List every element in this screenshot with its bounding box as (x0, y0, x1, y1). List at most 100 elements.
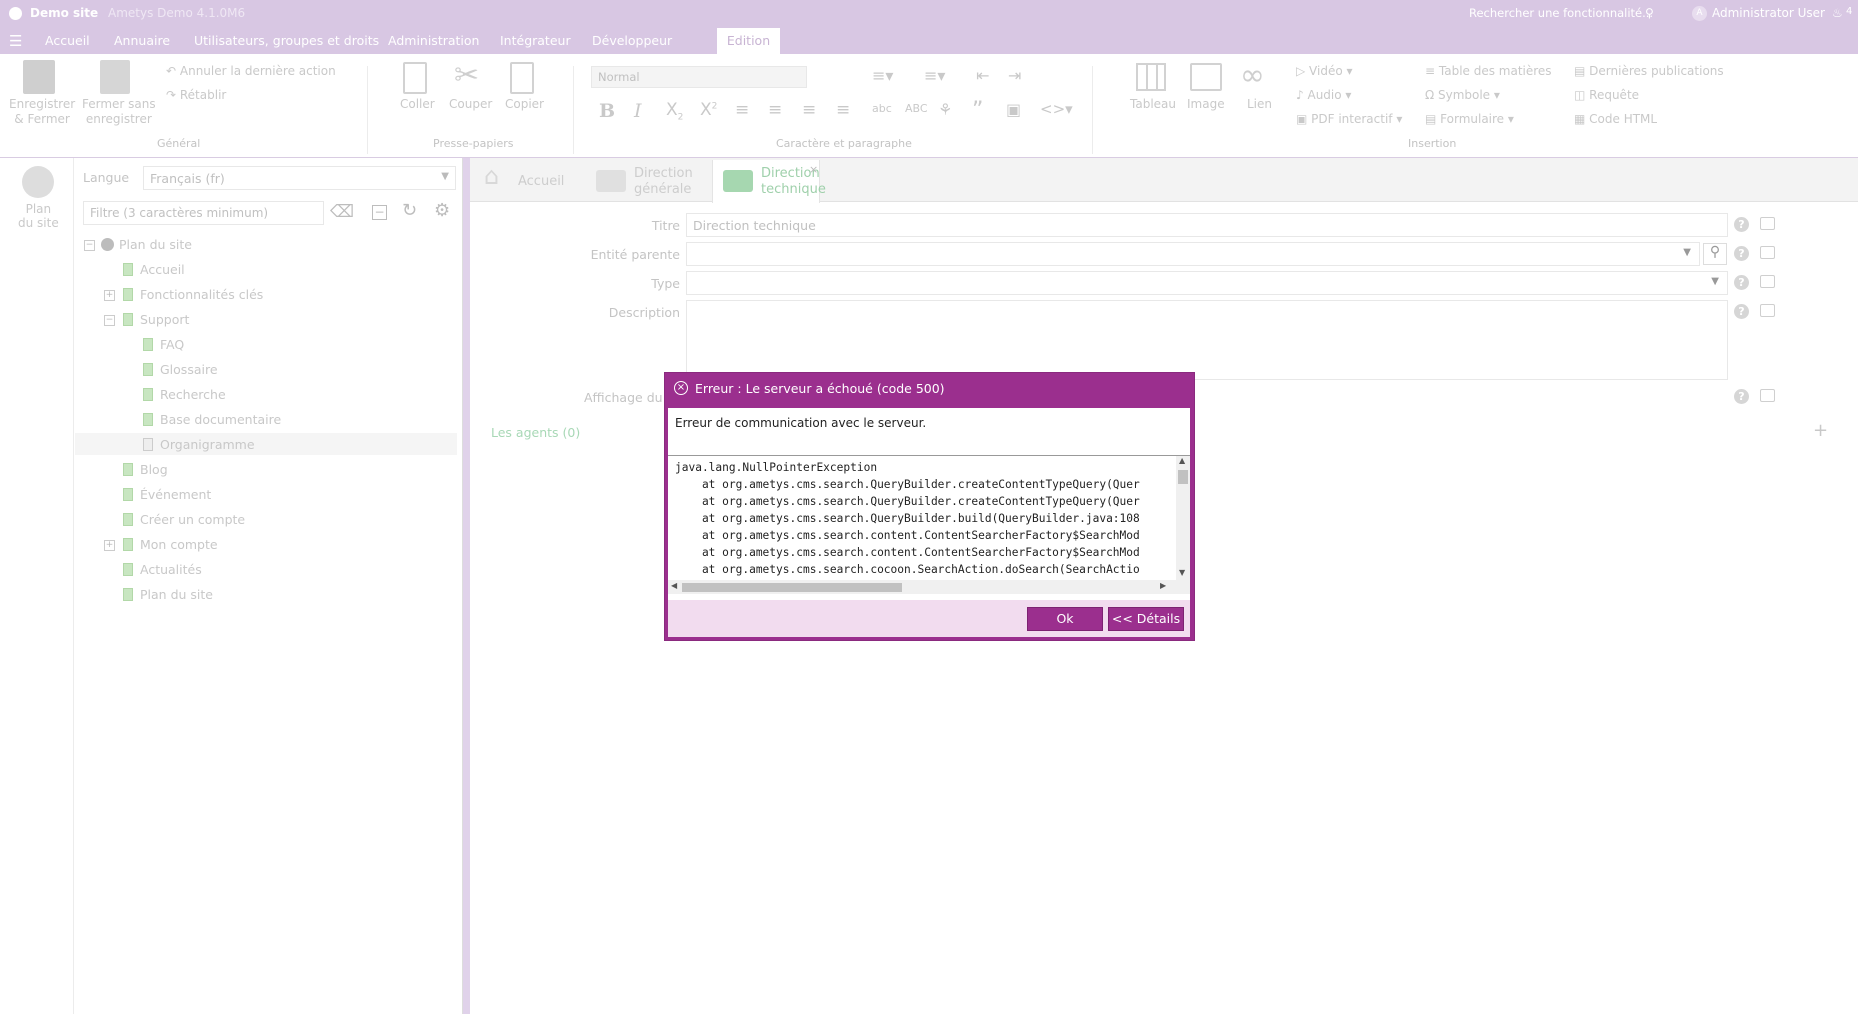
table-button[interactable]: Tableau (1130, 97, 1176, 111)
tree-item-creer-compte[interactable]: Créer un compte (123, 512, 245, 527)
scroll-right-icon[interactable]: ▶ (1160, 581, 1166, 590)
form-button[interactable]: ▤ Formulaire ▾ (1425, 112, 1514, 126)
quote-icon[interactable]: ” (972, 98, 983, 123)
tab-accueil[interactable]: ⌂ Accueil (484, 160, 584, 202)
menu-users-groups[interactable]: Utilisateurs, groupes et droits (194, 33, 379, 48)
expand-icon[interactable]: + (104, 540, 115, 551)
undo-button[interactable]: ↶ Annuler la dernière action (166, 64, 336, 78)
subscript-icon[interactable]: X2 (666, 100, 683, 122)
italic-icon[interactable]: I (634, 100, 642, 122)
language-select[interactable]: Français (fr) ▼ (143, 166, 456, 190)
tab-direction-technique[interactable]: Direction technique × (712, 160, 826, 203)
horizontal-scrollbar[interactable]: ◀ ▶ (668, 580, 1190, 594)
agents-link[interactable]: Les agents (0) (491, 425, 580, 440)
tree-item-faq[interactable]: FAQ (143, 337, 184, 352)
menu-integrateur[interactable]: Intégrateur (500, 33, 571, 48)
sitemap-strip-label[interactable]: Plan du site (18, 202, 59, 230)
parent-field[interactable]: ▼ (686, 242, 1700, 266)
user-menu[interactable]: Administrator User (1712, 6, 1825, 20)
scroll-down-icon[interactable]: ▼ (1179, 568, 1185, 577)
audio-button[interactable]: ♪ Audio ▾ (1296, 88, 1351, 102)
refresh-icon[interactable]: ↻ (402, 200, 417, 221)
copy-button[interactable]: Copier (505, 97, 544, 111)
toc-button[interactable]: ≡ Table des matières (1425, 64, 1552, 78)
save-close-button[interactable]: Enregistrer & Fermer (9, 97, 75, 127)
justify-icon[interactable]: ≡ (836, 100, 850, 120)
menu-annuaire[interactable]: Annuaire (114, 33, 170, 48)
type-field[interactable]: ▼ (686, 271, 1728, 295)
image-button[interactable]: Image (1187, 97, 1225, 111)
ok-button[interactable]: Ok (1027, 607, 1103, 631)
menu-accueil[interactable]: Accueil (45, 33, 90, 48)
help-icon[interactable]: ? (1734, 217, 1749, 232)
description-field[interactable] (686, 300, 1728, 380)
format-icon[interactable]: ▣ (1006, 100, 1021, 119)
filter-input[interactable]: Filtre (3 caractères minimum) (83, 201, 324, 225)
menu-developpeur[interactable]: Développeur (592, 33, 672, 48)
tree-item-recherche[interactable]: Recherche (143, 387, 226, 402)
cut-button[interactable]: Couper (449, 97, 492, 111)
align-left-icon[interactable]: ≡ (735, 100, 749, 120)
search-icon[interactable]: ⚲ (1703, 243, 1727, 265)
search-input[interactable]: Rechercher une fonctionnalité... (1469, 6, 1653, 20)
comment-icon[interactable] (1760, 246, 1775, 259)
superscript-icon[interactable]: X2 (700, 100, 717, 120)
menu-administration[interactable]: Administration (388, 33, 479, 48)
video-button[interactable]: ▷ Vidéo ▾ (1296, 64, 1353, 78)
hamburger-icon[interactable]: ☰ (9, 32, 22, 50)
tree-item-organigramme[interactable]: Organigramme (143, 437, 255, 452)
tree-item-support[interactable]: Support (123, 312, 189, 327)
tree-item-glossaire[interactable]: Glossaire (143, 362, 218, 377)
query-button[interactable]: ◫ Requête (1574, 88, 1639, 102)
collapse-all-icon[interactable]: − (372, 205, 387, 220)
last-publications-button[interactable]: ▤ Dernières publications (1574, 64, 1724, 78)
indent-icon[interactable]: ⇥ (1008, 66, 1021, 85)
tree-item-base-doc[interactable]: Base documentaire (143, 412, 281, 427)
align-center-icon[interactable]: ≡ (768, 100, 782, 120)
title-field[interactable]: Direction technique (686, 213, 1728, 237)
close-icon[interactable]: × (809, 162, 818, 178)
tab-direction-generale[interactable]: Direction générale (596, 160, 706, 202)
comment-icon[interactable] (1760, 304, 1775, 317)
special-char-icon[interactable]: ⚘ (938, 100, 952, 119)
bell-icon[interactable]: ♨ (1832, 6, 1843, 20)
tree-item-plan-du-site[interactable]: Plan du site (123, 587, 213, 602)
help-icon[interactable]: ? (1734, 304, 1749, 319)
expand-icon[interactable]: + (104, 290, 115, 301)
scroll-up-icon[interactable]: ▲ (1179, 456, 1185, 465)
add-icon[interactable]: + (1813, 420, 1828, 441)
list-number-icon[interactable]: ≡▾ (924, 66, 945, 85)
symbol-button[interactable]: Ω Symbole ▾ (1425, 88, 1500, 102)
collapse-icon[interactable]: − (104, 315, 115, 326)
tree-item-actualites[interactable]: Actualités (123, 562, 202, 577)
vertical-scrollbar[interactable]: ▲ ▼ (1176, 456, 1190, 580)
details-button[interactable]: << Détails (1108, 607, 1184, 631)
paragraph-style-select[interactable]: Normal (591, 66, 807, 88)
puzzle-icon[interactable]: ⚙ (434, 200, 450, 221)
tab-edition[interactable]: Edition (717, 28, 780, 54)
globe-icon[interactable] (22, 166, 54, 198)
collapse-icon[interactable]: − (84, 240, 95, 251)
small-caps-icon[interactable]: ABC (905, 102, 928, 115)
comment-icon[interactable] (1760, 275, 1775, 288)
tree-root[interactable]: Plan du site (101, 237, 192, 252)
list-bullet-icon[interactable]: ≡▾ (872, 66, 893, 85)
eraser-icon[interactable]: ⌫ (330, 202, 354, 222)
strike-icon[interactable]: abc (872, 102, 892, 115)
tree-item-evenement[interactable]: Événement (123, 487, 211, 502)
comment-icon[interactable] (1760, 217, 1775, 230)
help-icon[interactable]: ? (1734, 275, 1749, 290)
bold-icon[interactable]: B (599, 100, 615, 122)
tree-item-fonctionnalites[interactable]: Fonctionnalités clés (123, 287, 263, 302)
stacktrace-box[interactable]: java.lang.NullPointerException at org.am… (668, 456, 1190, 602)
search-icon[interactable]: ⚲ (1645, 6, 1654, 20)
scroll-thumb[interactable] (1178, 470, 1188, 484)
help-icon[interactable]: ? (1734, 246, 1749, 261)
scroll-left-icon[interactable]: ◀ (671, 581, 677, 590)
html-code-button[interactable]: ▦ Code HTML (1574, 112, 1657, 126)
align-right-icon[interactable]: ≡ (802, 100, 816, 120)
tree-item-mon-compte[interactable]: Mon compte (123, 537, 218, 552)
outdent-icon[interactable]: ⇤ (976, 66, 989, 85)
redo-button[interactable]: ↷ Rétablir (166, 88, 226, 102)
close-without-save-button[interactable]: Fermer sans enregistrer (82, 97, 156, 127)
